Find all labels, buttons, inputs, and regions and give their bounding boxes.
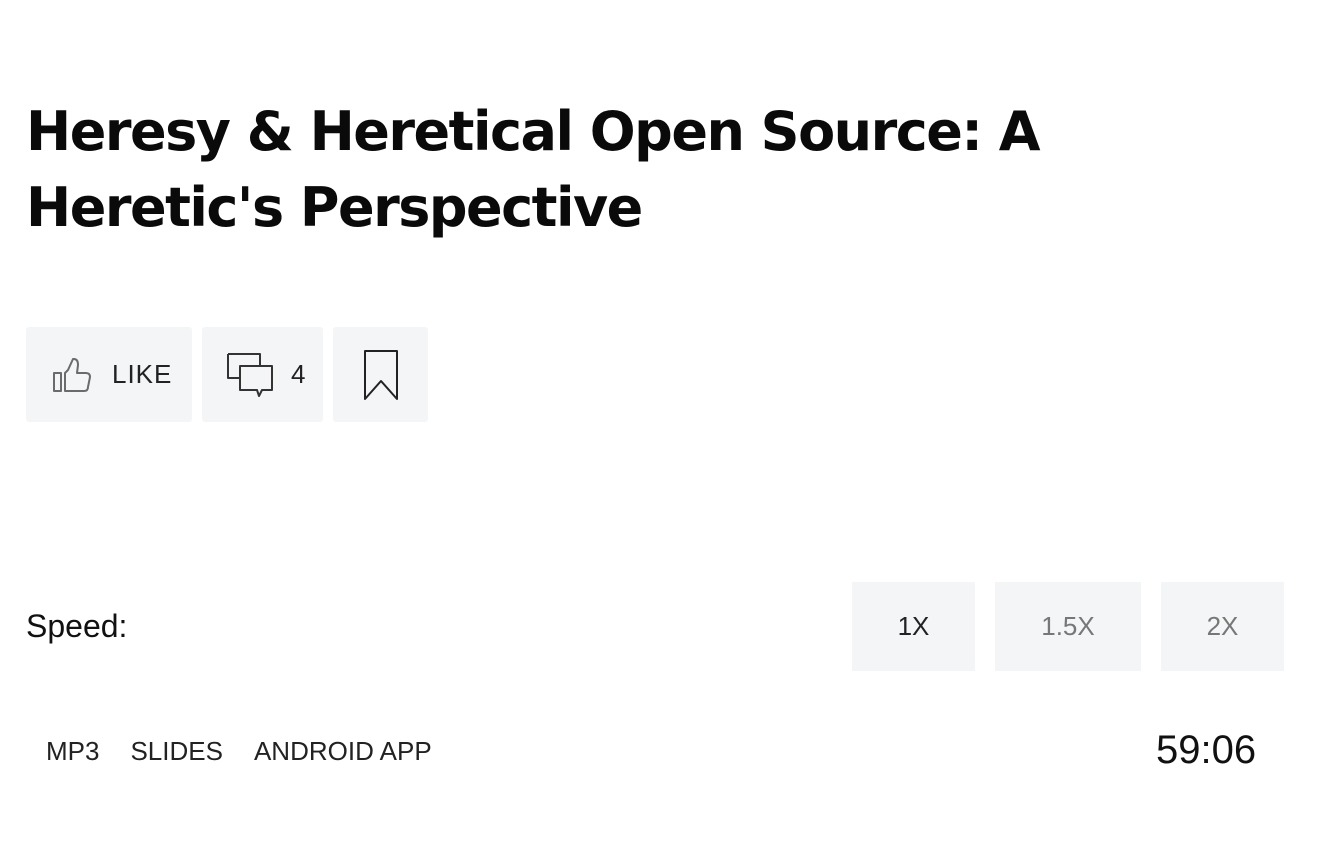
like-label: LIKE — [112, 359, 173, 389]
mp3-link[interactable]: MP3 — [46, 736, 99, 767]
bookmark-icon — [363, 349, 399, 401]
page-title: Heresy & Heretical Open Source: A Hereti… — [26, 100, 1041, 239]
action-bar: LIKE 4 — [26, 327, 428, 422]
comments-button[interactable]: 4 — [202, 327, 323, 422]
thumbs-up-icon — [52, 355, 92, 395]
android-app-link[interactable]: ANDROID APP — [254, 736, 432, 767]
download-links: MP3 SLIDES ANDROID APP — [46, 736, 432, 767]
speed-2x-button[interactable]: 2X — [1161, 582, 1284, 671]
comments-icon — [226, 352, 274, 398]
bookmark-button[interactable] — [333, 327, 428, 422]
duration: 59:06 — [1156, 728, 1257, 772]
slides-link[interactable]: SLIDES — [130, 736, 223, 767]
speed-label: Speed: — [26, 608, 128, 644]
speed-1x-button[interactable]: 1X — [852, 582, 975, 671]
speed-1-5x-button[interactable]: 1.5X — [995, 582, 1141, 671]
comments-count: 4 — [291, 359, 306, 389]
like-button[interactable]: LIKE — [26, 327, 192, 422]
